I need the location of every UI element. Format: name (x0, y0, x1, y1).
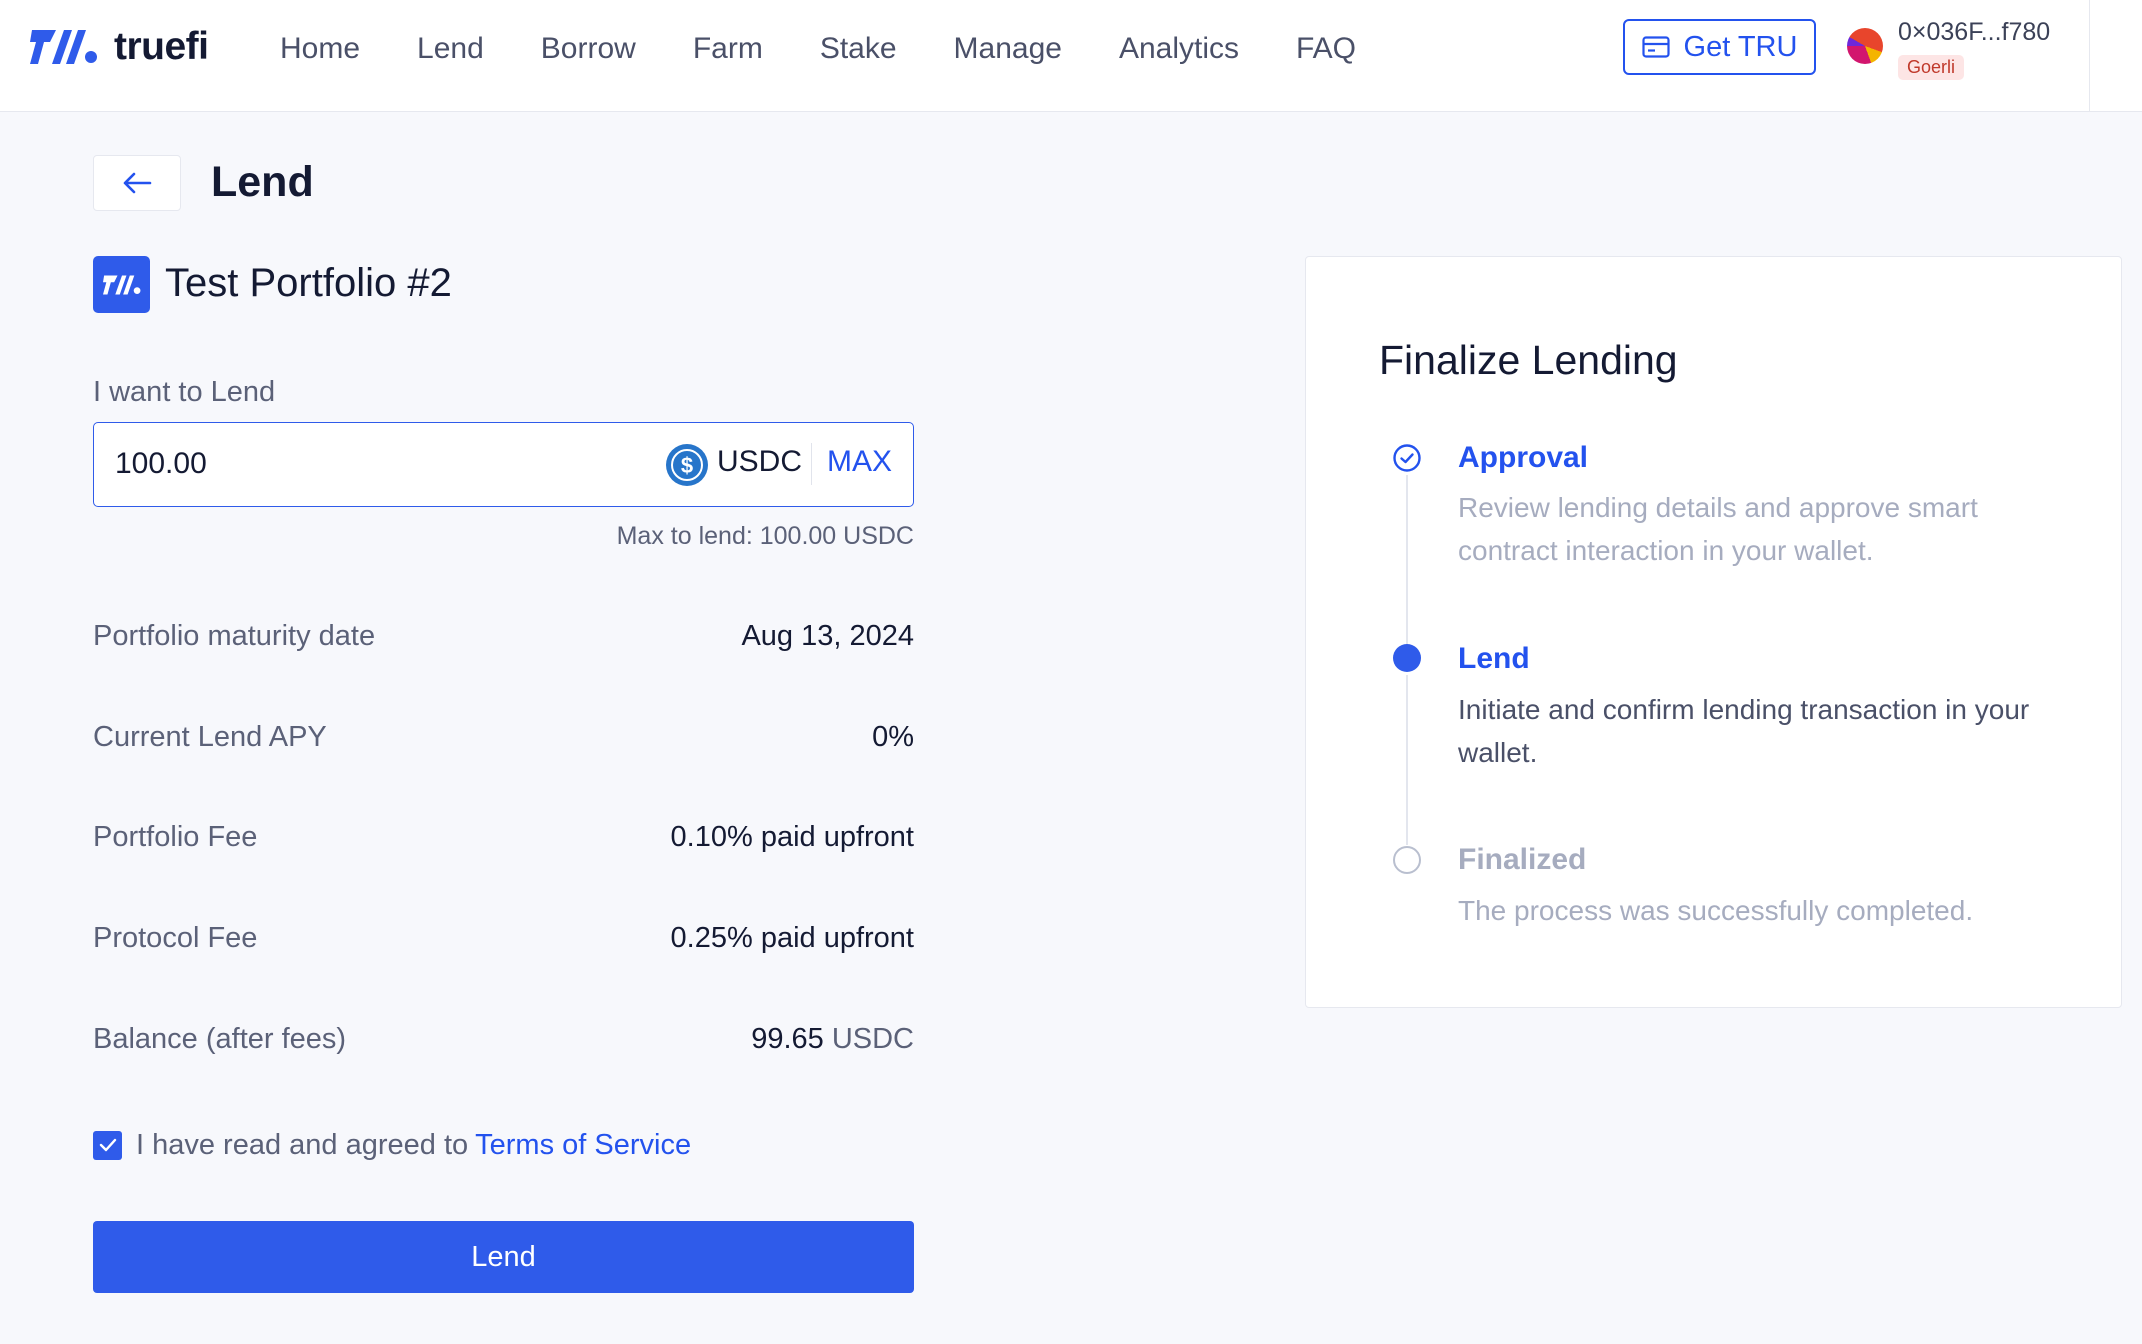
get-tru-button[interactable]: Get TRU (1623, 19, 1816, 75)
step-title: Approval (1458, 441, 1589, 474)
main-nav: Home Lend Borrow Farm Stake Manage Analy… (280, 0, 1413, 98)
amount-input[interactable] (115, 423, 535, 505)
step-active-icon (1393, 644, 1421, 672)
detail-row-maturity: Portfolio maturity date Aug 13, 2024 (93, 620, 914, 660)
amount-input-box[interactable]: $ USDC MAX (93, 422, 914, 507)
token-divider (811, 443, 812, 485)
detail-row-protocol-fee: Protocol Fee 0.25% paid upfront (93, 922, 914, 962)
card-icon (1641, 36, 1670, 58)
step-completed-icon (1393, 444, 1421, 472)
portfolio-logo (93, 256, 150, 313)
nav-analytics[interactable]: Analytics (1119, 32, 1239, 66)
step-pending-icon (1393, 846, 1421, 874)
top-navbar: truefi Home Lend Borrow Farm Stake Manag… (0, 0, 2142, 112)
stepper-connector (1406, 475, 1408, 645)
truefi-logo[interactable]: truefi (30, 22, 209, 72)
nav-lend[interactable]: Lend (417, 32, 484, 66)
get-tru-label: Get TRU (1683, 30, 1798, 63)
stepper-connector (1406, 675, 1408, 845)
nav-farm[interactable]: Farm (693, 32, 763, 66)
nav-manage[interactable]: Manage (954, 32, 1062, 66)
token-label: USDC (717, 445, 803, 478)
detail-label: Portfolio maturity date (93, 620, 376, 652)
panel-title: Finalize Lending (1379, 337, 1678, 383)
step-description: Review lending details and approve smart… (1458, 492, 1978, 566)
terms-checkbox[interactable] (93, 1130, 122, 1160)
truefi-logo-icon (30, 30, 97, 64)
max-to-lend-hint: Max to lend: 100.00 USDC (616, 522, 914, 550)
detail-value: 0.10% paid upfront (670, 821, 914, 853)
truefi-mark-icon (102, 275, 140, 294)
detail-value: Aug 13, 2024 (741, 620, 914, 652)
nav-home[interactable]: Home (280, 32, 360, 66)
step-title: Finalized (1458, 843, 1587, 876)
detail-value: 0% (872, 721, 914, 753)
step-description: Initiate and confirm lending transaction… (1458, 694, 2030, 768)
detail-label: Protocol Fee (93, 922, 258, 954)
page-title: Lend (211, 158, 314, 206)
step-description: The process was successfully completed. (1458, 895, 1974, 926)
balance-value: 99.65 (751, 1023, 824, 1055)
brand-name: truefi (114, 25, 209, 68)
max-button[interactable]: MAX (827, 445, 892, 479)
nav-stake[interactable]: Stake (820, 32, 897, 66)
balance-unit: USDC (831, 1023, 914, 1055)
portfolio-name: Test Portfolio #2 (165, 261, 452, 305)
detail-row-apy: Current Lend APY 0% (93, 721, 914, 761)
nav-faq[interactable]: FAQ (1296, 32, 1356, 66)
header-divider (2089, 0, 2090, 111)
balance-value-group: 99.65 USDC (751, 1023, 914, 1056)
wallet-address: 0×036F...f780 (1898, 18, 2051, 46)
balance-label: Balance (after fees) (93, 1023, 347, 1055)
svg-text:$: $ (681, 453, 693, 478)
detail-label: Portfolio Fee (93, 821, 258, 853)
terms-agreement: I have read and agreed to Terms of Servi… (93, 1125, 691, 1165)
step-title: Lend (1458, 642, 1530, 675)
usdc-token-icon: $ (666, 444, 708, 486)
finalize-lending-panel: Finalize Lending Approval Review lending… (1305, 256, 2122, 1008)
lend-submit-button[interactable]: Lend (93, 1221, 914, 1293)
detail-row-portfolio-fee: Portfolio Fee 0.10% paid upfront (93, 821, 914, 861)
detail-row-balance: Balance (after fees) 99.65 USDC (93, 1023, 914, 1063)
back-button[interactable] (93, 155, 181, 211)
terms-of-service-link[interactable]: Terms of Service (475, 1129, 691, 1162)
checkmark-icon (99, 1138, 116, 1152)
arrow-left-icon (123, 172, 152, 194)
network-badge: Goerli (1898, 55, 1965, 80)
nav-borrow[interactable]: Borrow (541, 32, 636, 66)
wallet-avatar (1847, 28, 1883, 64)
detail-label: Current Lend APY (93, 721, 327, 753)
detail-value: 0.25% paid upfront (670, 922, 914, 954)
amount-label: I want to Lend (93, 376, 276, 408)
terms-text: I have read and agreed to (136, 1128, 469, 1161)
